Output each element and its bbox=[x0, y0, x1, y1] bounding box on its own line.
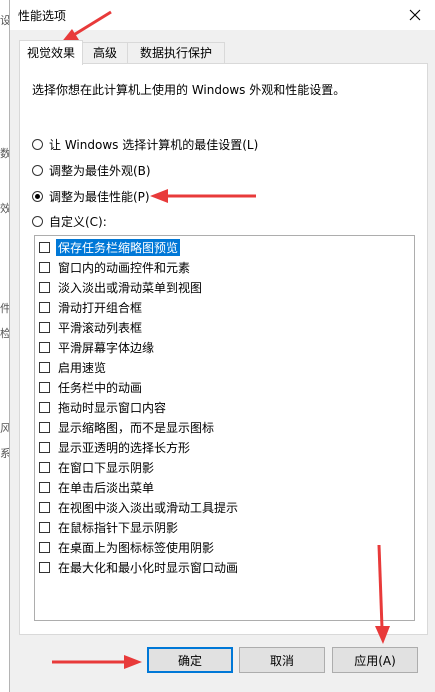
effect-checkbox-item[interactable]: 在最大化和最小化时显示窗口动画 bbox=[39, 558, 238, 576]
effect-label: 启用速览 bbox=[58, 360, 107, 375]
apply-button[interactable]: 应用(A) bbox=[332, 647, 418, 673]
checkbox bbox=[39, 301, 50, 313]
tab-label: 视觉效果 bbox=[26, 46, 75, 60]
tab-visual-effects[interactable]: 视觉效果 bbox=[19, 40, 83, 65]
radio-let-windows-choose[interactable]: 让 Windows 选择计算机的最佳设置(L) bbox=[32, 135, 258, 153]
effect-checkbox-item[interactable]: 启用速览 bbox=[39, 358, 106, 376]
effect-checkbox-item[interactable]: 在鼠标指针下显示阴影 bbox=[39, 518, 178, 536]
checkbox bbox=[39, 561, 50, 573]
effect-checkbox-item[interactable]: 平滑滚动列表框 bbox=[39, 318, 142, 336]
button-label: 应用(A) bbox=[354, 653, 396, 668]
radio-label: 调整为最佳性能(P) bbox=[49, 189, 150, 204]
title-bar: 性能选项 bbox=[10, 0, 435, 30]
effect-label: 平滑屏幕字体边缘 bbox=[58, 340, 155, 355]
effect-checkbox-item[interactable]: 在视图中淡入淡出或滑动工具提示 bbox=[39, 498, 238, 516]
radio-circle bbox=[32, 215, 43, 227]
effect-label: 窗口内的动画控件和元素 bbox=[58, 260, 191, 275]
checkbox bbox=[39, 501, 50, 513]
effect-label: 显示缩略图，而不是显示图标 bbox=[58, 420, 215, 435]
effect-checkbox-item[interactable]: 任务栏中的动画 bbox=[39, 378, 142, 396]
effect-label: 拖动时显示窗口内容 bbox=[58, 400, 167, 415]
effect-label: 显示亚透明的选择长方形 bbox=[58, 440, 191, 455]
effect-checkbox-item[interactable]: 窗口内的动画控件和元素 bbox=[39, 258, 190, 276]
window-title: 性能选项 bbox=[18, 9, 67, 23]
effect-label: 在鼠标指针下显示阴影 bbox=[58, 520, 179, 535]
checkbox bbox=[39, 521, 50, 533]
performance-options-dialog: 性能选项 视觉效果 高级 数据执行保护 选择你想在此计算机上使用的 Window… bbox=[9, 0, 435, 692]
button-label: 取消 bbox=[269, 653, 294, 668]
effect-checkbox-item[interactable]: 显示缩略图，而不是显示图标 bbox=[39, 418, 214, 436]
effect-label: 滑动打开组合框 bbox=[58, 300, 143, 315]
effect-label: 保存任务栏缩略图预览 bbox=[56, 238, 181, 256]
checkbox bbox=[39, 261, 50, 273]
effects-list[interactable]: 保存任务栏缩略图预览 窗口内的动画控件和元素 淡入淡出或滑动菜单到视图 滑动打开组合框… bbox=[34, 235, 415, 621]
effect-checkbox-item[interactable]: 淡入淡出或滑动菜单到视图 bbox=[39, 278, 202, 296]
effect-checkbox-item[interactable]: 在桌面上为图标标签使用阴影 bbox=[39, 538, 214, 556]
close-icon bbox=[409, 9, 421, 21]
checkbox bbox=[39, 361, 50, 373]
checkbox bbox=[39, 461, 50, 473]
effect-label: 淡入淡出或滑动菜单到视图 bbox=[58, 280, 203, 295]
tab-advanced[interactable]: 高级 bbox=[81, 42, 129, 64]
radio-label: 让 Windows 选择计算机的最佳设置(L) bbox=[49, 137, 259, 152]
effect-label: 任务栏中的动画 bbox=[58, 380, 143, 395]
checkbox bbox=[39, 341, 50, 353]
tab-data-execution-prevention[interactable]: 数据执行保护 bbox=[127, 42, 225, 64]
effect-label: 平滑滚动列表框 bbox=[58, 320, 143, 335]
description-text: 选择你想在此计算机上使用的 Windows 外观和性能设置。 bbox=[32, 83, 346, 97]
effect-checkbox-item[interactable]: 滑动打开组合框 bbox=[39, 298, 142, 316]
effect-label: 在视图中淡入淡出或滑动工具提示 bbox=[58, 500, 239, 515]
button-label: 确定 bbox=[177, 653, 202, 668]
effect-checkbox-item[interactable]: 在窗口下显示阴影 bbox=[39, 458, 154, 476]
radio-best-appearance[interactable]: 调整为最佳外观(B) bbox=[32, 161, 151, 179]
radio-circle bbox=[32, 138, 43, 150]
radio-circle bbox=[32, 190, 43, 202]
effect-checkbox-item[interactable]: 显示亚透明的选择长方形 bbox=[39, 438, 190, 456]
ok-button[interactable]: 确定 bbox=[147, 647, 233, 673]
tab-label: 高级 bbox=[92, 46, 117, 60]
checkbox bbox=[39, 381, 50, 393]
checkbox bbox=[39, 481, 50, 493]
checkbox bbox=[39, 441, 50, 453]
checkbox bbox=[39, 321, 50, 333]
effect-checkbox-item[interactable]: 保存任务栏缩略图预览 bbox=[39, 238, 181, 256]
tab-label: 数据执行保护 bbox=[139, 46, 212, 60]
checkbox bbox=[39, 281, 50, 293]
close-button[interactable] bbox=[403, 4, 427, 26]
effect-label: 在最大化和最小化时显示窗口动画 bbox=[58, 560, 239, 575]
radio-label: 自定义(C): bbox=[49, 214, 107, 229]
radio-best-performance[interactable]: 调整为最佳性能(P) bbox=[32, 187, 150, 205]
effect-label: 在窗口下显示阴影 bbox=[58, 460, 155, 475]
checkbox bbox=[39, 241, 50, 253]
radio-custom[interactable]: 自定义(C): bbox=[32, 212, 107, 230]
effect-checkbox-item[interactable]: 拖动时显示窗口内容 bbox=[39, 398, 166, 416]
checkbox bbox=[39, 541, 50, 553]
radio-circle bbox=[32, 164, 43, 176]
effect-label: 在桌面上为图标标签使用阴影 bbox=[58, 540, 215, 555]
checkbox bbox=[39, 401, 50, 413]
effect-checkbox-item[interactable]: 在单击后淡出菜单 bbox=[39, 478, 154, 496]
effect-checkbox-item[interactable]: 平滑屏幕字体边缘 bbox=[39, 338, 154, 356]
radio-label: 调整为最佳外观(B) bbox=[49, 163, 151, 178]
checkbox bbox=[39, 421, 50, 433]
cancel-button[interactable]: 取消 bbox=[239, 647, 325, 673]
effect-label: 在单击后淡出菜单 bbox=[58, 480, 155, 495]
